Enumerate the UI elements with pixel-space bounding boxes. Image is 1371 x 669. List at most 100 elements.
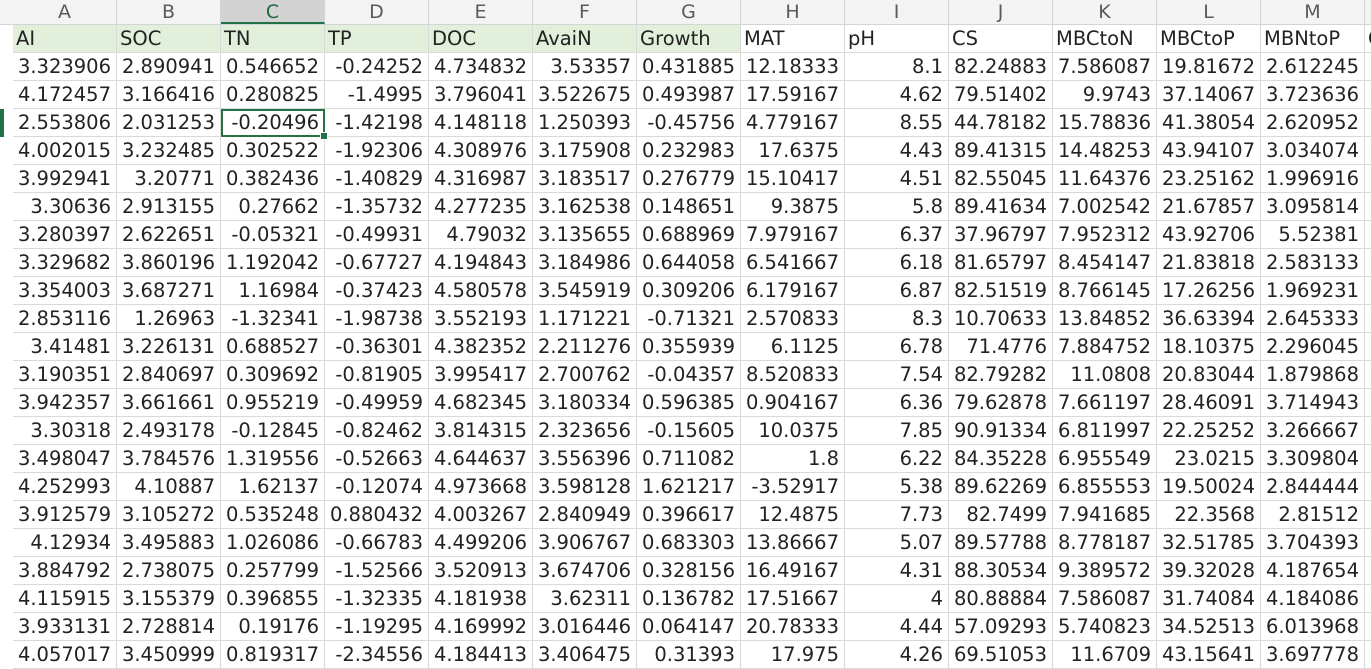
cell-f-8[interactable]: 3.135655 xyxy=(533,221,637,249)
cell-i-4[interactable]: 8.55 xyxy=(845,109,949,137)
cell-j-22[interactable]: 57.09293 xyxy=(949,613,1053,641)
column-header-b[interactable]: B xyxy=(117,0,221,24)
cell-d-14[interactable]: -0.49959 xyxy=(325,389,429,417)
cell-d-6[interactable]: -1.40829 xyxy=(325,165,429,193)
cell-f-22[interactable]: 3.016446 xyxy=(533,613,637,641)
cell-a-10[interactable]: 3.354003 xyxy=(13,277,117,305)
column-header-g[interactable]: G xyxy=(637,0,741,24)
cell-d-2[interactable]: -0.24252 xyxy=(325,53,429,81)
cell-l-12[interactable]: 18.10375 xyxy=(1157,333,1261,361)
cell-m-14[interactable]: 3.714943 xyxy=(1261,389,1365,417)
column-header-k[interactable]: K xyxy=(1053,0,1157,24)
cell-e-3[interactable]: 3.796041 xyxy=(429,81,533,109)
cell-b-15[interactable]: 2.493178 xyxy=(117,417,221,445)
cell-a-14[interactable]: 3.942357 xyxy=(13,389,117,417)
cell-k-10[interactable]: 8.766145 xyxy=(1053,277,1157,305)
cell-j-8[interactable]: 37.96797 xyxy=(949,221,1053,249)
cell-i-5[interactable]: 4.43 xyxy=(845,137,949,165)
cell-h-17[interactable]: -3.52917 xyxy=(741,473,845,501)
column-header-d[interactable]: D xyxy=(325,0,429,24)
cell-i-6[interactable]: 4.51 xyxy=(845,165,949,193)
cell-k-14[interactable]: 7.661197 xyxy=(1053,389,1157,417)
cell-g-20[interactable]: 0.328156 xyxy=(637,557,741,585)
cell-c-9[interactable]: 1.192042 xyxy=(221,249,325,277)
cell-g-8[interactable]: 0.688969 xyxy=(637,221,741,249)
cell-n-6[interactable] xyxy=(1365,165,1371,193)
cell-b-2[interactable]: 2.890941 xyxy=(117,53,221,81)
cell-j-6[interactable]: 82.55045 xyxy=(949,165,1053,193)
cell-k-7[interactable]: 7.002542 xyxy=(1053,193,1157,221)
cell-b-6[interactable]: 3.20771 xyxy=(117,165,221,193)
cell-e-14[interactable]: 4.682345 xyxy=(429,389,533,417)
cell-f-21[interactable]: 3.62311 xyxy=(533,585,637,613)
cell-e-13[interactable]: 3.995417 xyxy=(429,361,533,389)
cell-k-2[interactable]: 7.586087 xyxy=(1053,53,1157,81)
cell-n-17[interactable] xyxy=(1365,473,1371,501)
cell-c-22[interactable]: 0.19176 xyxy=(221,613,325,641)
cell-a-19[interactable]: 4.12934 xyxy=(13,529,117,557)
cell-i-18[interactable]: 7.73 xyxy=(845,501,949,529)
cell-a-4[interactable]: 2.553806 xyxy=(13,109,117,137)
cell-l-18[interactable]: 22.3568 xyxy=(1157,501,1261,529)
cell-m-3[interactable]: 3.723636 xyxy=(1261,81,1365,109)
cell-g-14[interactable]: 0.596385 xyxy=(637,389,741,417)
cell-c-20[interactable]: 0.257799 xyxy=(221,557,325,585)
cell-f-18[interactable]: 2.840949 xyxy=(533,501,637,529)
cell-e-21[interactable]: 4.181938 xyxy=(429,585,533,613)
cell-i-13[interactable]: 7.54 xyxy=(845,361,949,389)
cell-a-12[interactable]: 3.41481 xyxy=(13,333,117,361)
cell-g-15[interactable]: -0.15605 xyxy=(637,417,741,445)
header-cell-soc[interactable]: SOC xyxy=(117,25,221,53)
cell-j-18[interactable]: 82.7499 xyxy=(949,501,1053,529)
cell-m-8[interactable]: 5.52381 xyxy=(1261,221,1365,249)
cell-i-17[interactable]: 5.38 xyxy=(845,473,949,501)
cell-n-21[interactable] xyxy=(1365,585,1371,613)
cell-e-12[interactable]: 4.382352 xyxy=(429,333,533,361)
cell-h-19[interactable]: 13.86667 xyxy=(741,529,845,557)
cell-f-13[interactable]: 2.700762 xyxy=(533,361,637,389)
cell-a-2[interactable]: 3.323906 xyxy=(13,53,117,81)
cell-g-16[interactable]: 0.711082 xyxy=(637,445,741,473)
cell-h-12[interactable]: 6.1125 xyxy=(741,333,845,361)
cell-a-5[interactable]: 4.002015 xyxy=(13,137,117,165)
cell-g-11[interactable]: -0.71321 xyxy=(637,305,741,333)
cell-h-16[interactable]: 1.8 xyxy=(741,445,845,473)
cell-i-16[interactable]: 6.22 xyxy=(845,445,949,473)
cell-d-16[interactable]: -0.52663 xyxy=(325,445,429,473)
cell-k-6[interactable]: 11.64376 xyxy=(1053,165,1157,193)
cell-n-9[interactable] xyxy=(1365,249,1371,277)
cell-i-19[interactable]: 5.07 xyxy=(845,529,949,557)
cell-d-15[interactable]: -0.82462 xyxy=(325,417,429,445)
cell-c-11[interactable]: -1.32341 xyxy=(221,305,325,333)
cell-m-22[interactable]: 6.013968 xyxy=(1261,613,1365,641)
cell-a-6[interactable]: 3.992941 xyxy=(13,165,117,193)
cell-c-16[interactable]: 1.319556 xyxy=(221,445,325,473)
cell-e-2[interactable]: 4.734832 xyxy=(429,53,533,81)
cell-c-15[interactable]: -0.12845 xyxy=(221,417,325,445)
cell-a-18[interactable]: 3.912579 xyxy=(13,501,117,529)
cell-j-13[interactable]: 82.79282 xyxy=(949,361,1053,389)
cell-e-9[interactable]: 4.194843 xyxy=(429,249,533,277)
cell-d-20[interactable]: -1.52566 xyxy=(325,557,429,585)
cell-d-9[interactable]: -0.67727 xyxy=(325,249,429,277)
cell-n-8[interactable] xyxy=(1365,221,1371,249)
column-header-a[interactable]: A xyxy=(13,0,117,24)
cell-g-12[interactable]: 0.355939 xyxy=(637,333,741,361)
cell-a-15[interactable]: 3.30318 xyxy=(13,417,117,445)
cell-b-17[interactable]: 4.10887 xyxy=(117,473,221,501)
cell-j-17[interactable]: 89.62269 xyxy=(949,473,1053,501)
cell-l-17[interactable]: 19.50024 xyxy=(1157,473,1261,501)
cell-h-22[interactable]: 20.78333 xyxy=(741,613,845,641)
cell-f-6[interactable]: 3.183517 xyxy=(533,165,637,193)
cell-i-2[interactable]: 8.1 xyxy=(845,53,949,81)
cell-n-10[interactable] xyxy=(1365,277,1371,305)
cell-l-15[interactable]: 22.25252 xyxy=(1157,417,1261,445)
cell-c-2[interactable]: 0.546652 xyxy=(221,53,325,81)
cell-i-20[interactable]: 4.31 xyxy=(845,557,949,585)
cell-b-5[interactable]: 3.232485 xyxy=(117,137,221,165)
cell-i-10[interactable]: 6.87 xyxy=(845,277,949,305)
cell-e-7[interactable]: 4.277235 xyxy=(429,193,533,221)
header-cell-mbcton[interactable]: MBCtoN xyxy=(1053,25,1157,53)
cell-f-2[interactable]: 3.53357 xyxy=(533,53,637,81)
cell-e-5[interactable]: 4.308976 xyxy=(429,137,533,165)
